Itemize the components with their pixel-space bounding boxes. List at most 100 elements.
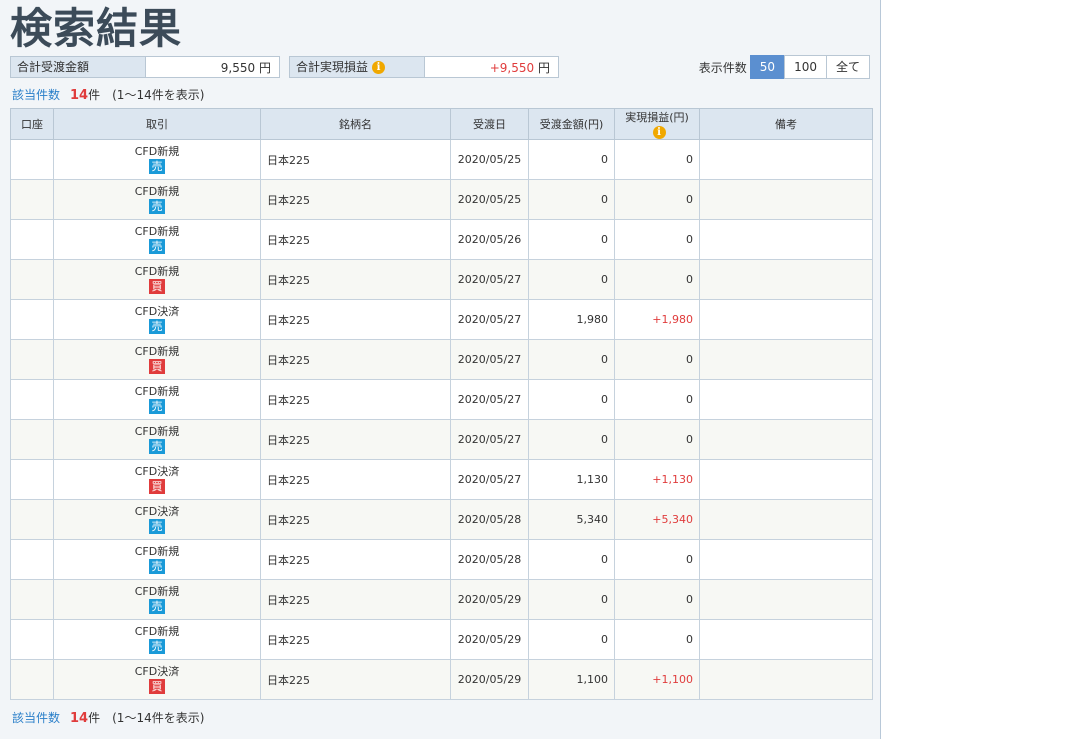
cell-pl: 0 — [614, 579, 700, 620]
table-row: CFD新規買日本225 2020/05/27 0 0 — [10, 259, 873, 300]
side-badge: 売 — [149, 239, 165, 254]
cell-date: 2020/05/25 — [450, 139, 529, 180]
cell-pl: +1,130 — [614, 459, 700, 500]
total-transfer-value: 9,550 — [220, 61, 256, 75]
trade-type: CFD決済 — [134, 665, 180, 678]
cell-trade: CFD新規売 — [53, 179, 261, 220]
cell-amount: 0 — [528, 139, 615, 180]
cell-date: 2020/05/27 — [450, 419, 529, 460]
display-count-label: 表示件数 — [698, 60, 747, 75]
table-row: CFD決済売日本225 2020/05/28 5,340 +5,340 — [10, 499, 873, 540]
table-row: CFD新規売日本225 2020/05/25 0 0 — [10, 179, 873, 220]
display-count-100-button[interactable]: 100 — [784, 55, 827, 79]
cell-date: 2020/05/27 — [450, 259, 529, 300]
total-pl-value: +9,550 — [489, 61, 535, 75]
side-badge: 買 — [149, 359, 165, 374]
cell-name: 日本225 — [260, 339, 451, 380]
display-count-50-button[interactable]: 50 — [749, 55, 786, 79]
cell-pl: 0 — [614, 139, 700, 180]
cell-name: 日本225 — [260, 299, 451, 340]
cell-account — [10, 219, 54, 260]
cell-account — [10, 499, 54, 540]
side-badge: 売 — [149, 159, 165, 174]
result-range-text: (1～14件を表示) — [112, 88, 205, 102]
cell-trade: CFD決済売 — [53, 499, 261, 540]
display-count-selector: 表示件数 50 100 全て — [698, 55, 870, 79]
result-count-label: 該当件数 — [12, 88, 61, 102]
header-amount: 受渡金額(円) — [528, 108, 615, 140]
table-row: CFD新規売日本225 2020/05/28 0 0 — [10, 539, 873, 580]
result-count-bottom: 該当件数 14 件 (1～14件を表示) — [12, 709, 204, 726]
table-row: CFD新規買日本225 2020/05/27 0 0 — [10, 339, 873, 380]
cell-amount: 1,980 — [528, 299, 615, 340]
header-account: 口座 — [10, 108, 54, 140]
total-transfer-label: 合計受渡金額 — [10, 56, 146, 78]
cell-account — [10, 259, 54, 300]
cell-note — [699, 299, 873, 340]
cell-trade: CFD決済売 — [53, 299, 261, 340]
total-pl-label-box: 合計実現損益 i — [289, 56, 425, 78]
side-badge: 売 — [149, 199, 165, 214]
cell-pl: 0 — [614, 379, 700, 420]
search-results-panel: 検索結果 合計受渡金額 9,550 円 合計実現損益 i +9,550 円 表示… — [0, 0, 881, 739]
cell-pl: +1,980 — [614, 299, 700, 340]
table-row: CFD新規売日本225 2020/05/27 0 0 — [10, 379, 873, 420]
side-badge: 売 — [149, 399, 165, 414]
cell-note — [699, 139, 873, 180]
cell-note — [699, 219, 873, 260]
cell-date: 2020/05/29 — [450, 619, 529, 660]
currency-unit: 円 — [258, 61, 271, 75]
results-table: 口座 取引 銘柄名 受渡日 受渡金額(円) 実現損益(円) i 備考 CFD新規… — [10, 108, 873, 700]
trade-type: CFD新規 — [134, 585, 180, 598]
cell-amount: 1,100 — [528, 659, 615, 700]
cell-trade: CFD新規売 — [53, 619, 261, 660]
table-row: CFD決済買日本225 2020/05/27 1,130 +1,130 — [10, 459, 873, 500]
cell-account — [10, 539, 54, 580]
table-row: CFD新規売日本225 2020/05/26 0 0 — [10, 219, 873, 260]
table-header-row: 口座 取引 銘柄名 受渡日 受渡金額(円) 実現損益(円) i 備考 — [10, 108, 873, 140]
cell-date: 2020/05/29 — [450, 659, 529, 700]
cell-amount: 0 — [528, 219, 615, 260]
cell-name: 日本225 — [260, 579, 451, 620]
cell-note — [699, 659, 873, 700]
cell-note — [699, 259, 873, 300]
cell-pl: 0 — [614, 419, 700, 460]
trade-type: CFD新規 — [134, 425, 180, 438]
cell-pl: 0 — [614, 179, 700, 220]
cell-note — [699, 179, 873, 220]
page-title: 検索結果 — [10, 4, 183, 53]
cell-pl: 0 — [614, 619, 700, 660]
cell-note — [699, 339, 873, 380]
cell-amount: 0 — [528, 579, 615, 620]
cell-note — [699, 499, 873, 540]
result-count-unit: 件 — [88, 88, 101, 102]
cell-trade: CFD新規売 — [53, 579, 261, 620]
cell-note — [699, 379, 873, 420]
total-transfer-summary: 合計受渡金額 9,550 円 — [10, 56, 280, 78]
side-badge: 売 — [149, 599, 165, 614]
display-count-all-button[interactable]: 全て — [825, 55, 870, 79]
cell-account — [10, 459, 54, 500]
result-range-text: (1～14件を表示) — [112, 711, 205, 725]
cell-amount: 0 — [528, 179, 615, 220]
cell-name: 日本225 — [260, 619, 451, 660]
cell-amount: 0 — [528, 539, 615, 580]
cell-account — [10, 579, 54, 620]
header-date: 受渡日 — [450, 108, 529, 140]
trade-type: CFD新規 — [134, 145, 180, 158]
cell-trade: CFD新規売 — [53, 419, 261, 460]
result-count-number: 14 — [70, 711, 89, 726]
cell-pl: 0 — [614, 539, 700, 580]
info-icon[interactable]: i — [652, 126, 666, 139]
header-note: 備考 — [699, 108, 873, 140]
table-row: CFD新規売日本225 2020/05/27 0 0 — [10, 419, 873, 460]
table-row: CFD決済売日本225 2020/05/27 1,980 +1,980 — [10, 299, 873, 340]
result-count-number: 14 — [70, 88, 89, 103]
cell-trade: CFD新規買 — [53, 339, 261, 380]
side-badge: 売 — [149, 559, 165, 574]
cell-account — [10, 619, 54, 660]
cell-date: 2020/05/26 — [450, 219, 529, 260]
info-icon[interactable]: i — [372, 60, 386, 74]
header-trade: 取引 — [53, 108, 261, 140]
cell-date: 2020/05/27 — [450, 379, 529, 420]
